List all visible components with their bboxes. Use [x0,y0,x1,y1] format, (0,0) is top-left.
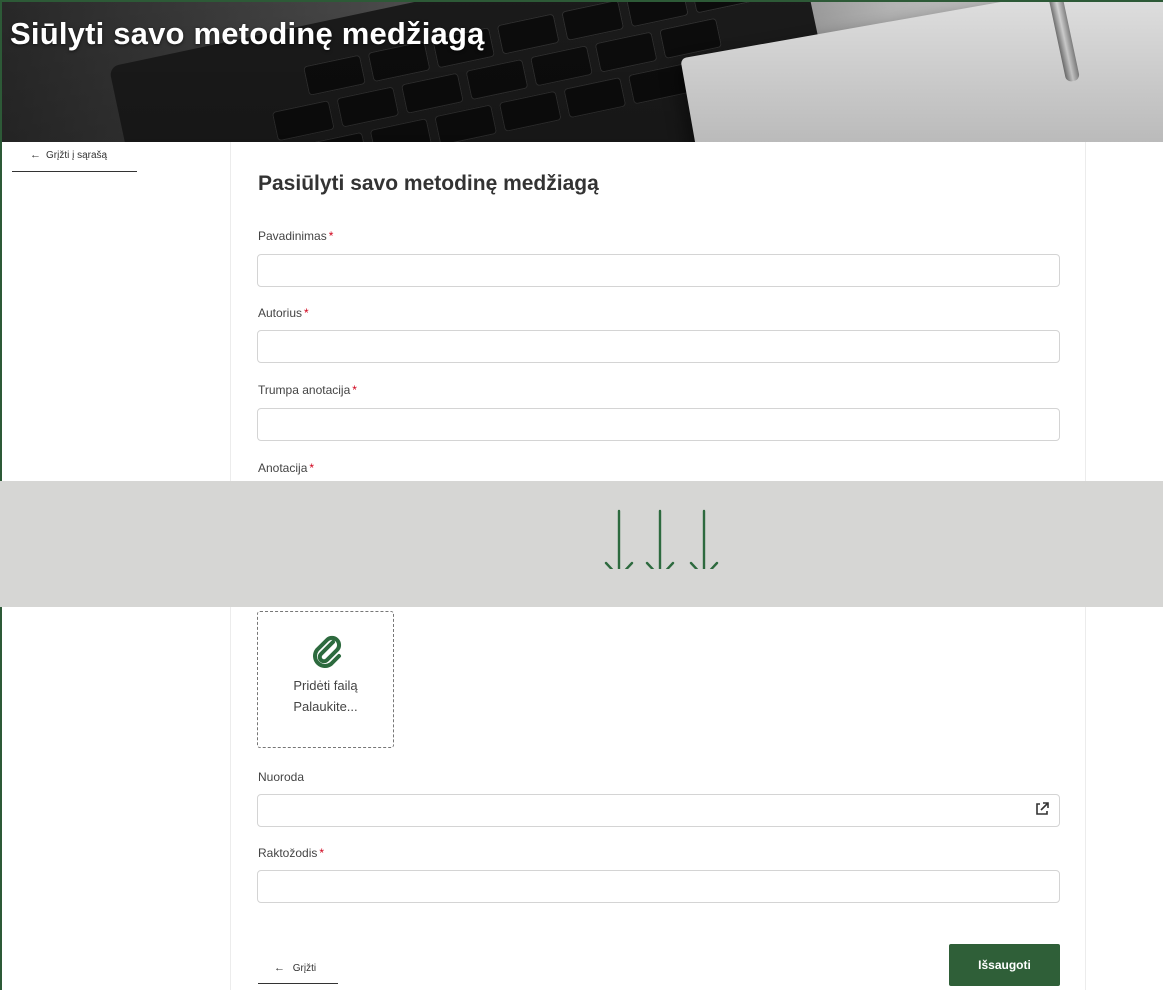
annotation-field-label: Anotacija * [258,461,315,475]
short-annotation-input[interactable] [257,408,1060,441]
header-banner: Siūlyti savo metodinę medžiagą [2,2,1163,142]
keyword-input[interactable] [257,870,1060,903]
arrow-left-icon: ← [274,962,285,974]
page-title: Siūlyti savo metodinę medžiagą [10,16,485,51]
author-field-label: Autorius * [258,306,309,320]
short-annotation-field-label: Trumpa anotacija * [258,383,357,397]
add-file-label: Pridėti failą [293,678,358,693]
arrow-down-icon [604,509,719,569]
back-label: Grįžti [292,963,317,974]
title-input[interactable] [257,254,1060,287]
external-link-icon[interactable] [1034,801,1050,817]
file-dropzone[interactable]: Pridėti failą Palaukite... [257,611,394,748]
form-title: Pasiūlyti savo metodinę medžiagą [258,172,599,195]
content-omitted-band [0,481,1163,607]
back-to-list-label: Grįžti į sąrašą [46,150,108,161]
paperclip-icon [313,635,342,668]
back-to-list-link[interactable]: ← Grįžti į sąrašą [12,150,137,172]
save-button[interactable]: Išsaugoti [949,944,1060,986]
link-input[interactable] [257,794,1060,827]
title-field-label: Pavadinimas * [258,229,334,243]
keyword-field-label: Raktožodis * [258,846,325,860]
arrow-left-icon: ← [30,149,41,161]
link-field-label: Nuoroda [258,770,305,784]
upload-status: Palaukite... [293,699,358,714]
author-input[interactable] [257,330,1060,363]
back-link[interactable]: ← Grįžti [258,960,338,984]
